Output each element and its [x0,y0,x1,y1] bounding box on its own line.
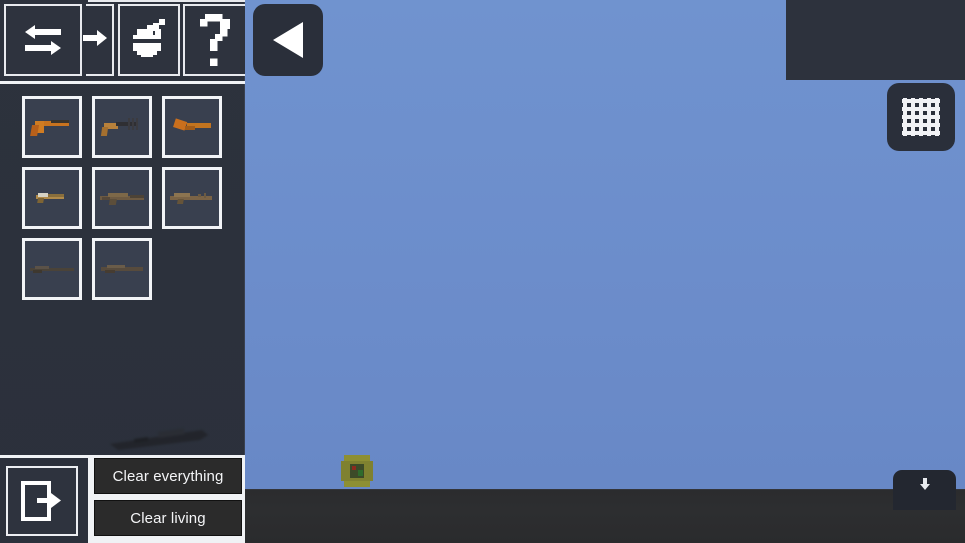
machine-pistol-icon [100,118,138,136]
top-toolbar [0,0,245,84]
toolbar-help-button[interactable] [183,4,245,76]
toolbar-next-button[interactable] [83,4,114,76]
sawed-off-shotgun-icon [173,118,211,131]
weapon-slot-pistol[interactable] [22,96,82,158]
grid-toggle-button[interactable] [887,83,955,151]
scene-object-crate[interactable] [341,455,373,487]
inventory-row [22,167,222,229]
clear-everything-button[interactable]: Clear everything [94,458,242,494]
toolbar-top-rule [88,0,245,2]
swap-arrows-icon [25,25,61,55]
collapse-panel-button[interactable] [893,470,956,510]
download-arrow-icon [919,478,930,490]
weapon-inventory-grid [22,96,222,309]
weapon-preview-sprite [110,428,208,450]
weapon-slot-sniper-rifle[interactable] [22,238,82,300]
weapon-slot-carbine[interactable] [162,167,222,229]
game-screen: Clear everything Clear living [0,0,965,543]
play-left-triangle-icon [273,22,303,58]
back-button[interactable] [253,4,323,76]
exit-button[interactable] [6,466,78,536]
toolbar-bottom-rule [0,81,245,84]
battle-rifle-icon [101,265,143,273]
weapon-slot-battle-rifle[interactable] [92,238,152,300]
smg-icon [36,193,64,203]
weapon-slot-smg[interactable] [22,167,82,229]
weapon-slot-assault-rifle[interactable] [92,167,152,229]
assault-rifle-icon [100,193,144,205]
question-mark-icon [200,14,230,66]
inventory-row [22,238,222,300]
playback-controls-panel [786,0,965,80]
weapon-slot-sawed-off-shotgun[interactable] [162,96,222,158]
exit-icon [21,481,61,521]
clear-living-button[interactable]: Clear living [94,500,242,536]
crate-marker-green [358,470,363,476]
sniper-rifle-icon [30,266,74,273]
clear-buttons-group: Clear everything Clear living [88,455,245,543]
crate-marker-red [352,466,356,470]
toolbar-explosives-button[interactable] [118,4,180,76]
toolbar-swap-button[interactable] [4,4,82,76]
carbine-icon [170,193,212,204]
arrow-right-icon [83,30,107,46]
grid-icon [902,98,940,136]
pistol-icon [30,120,69,136]
grenade-icon [133,19,165,57]
inventory-row [22,96,222,158]
weapon-slot-machine-pistol[interactable] [92,96,152,158]
